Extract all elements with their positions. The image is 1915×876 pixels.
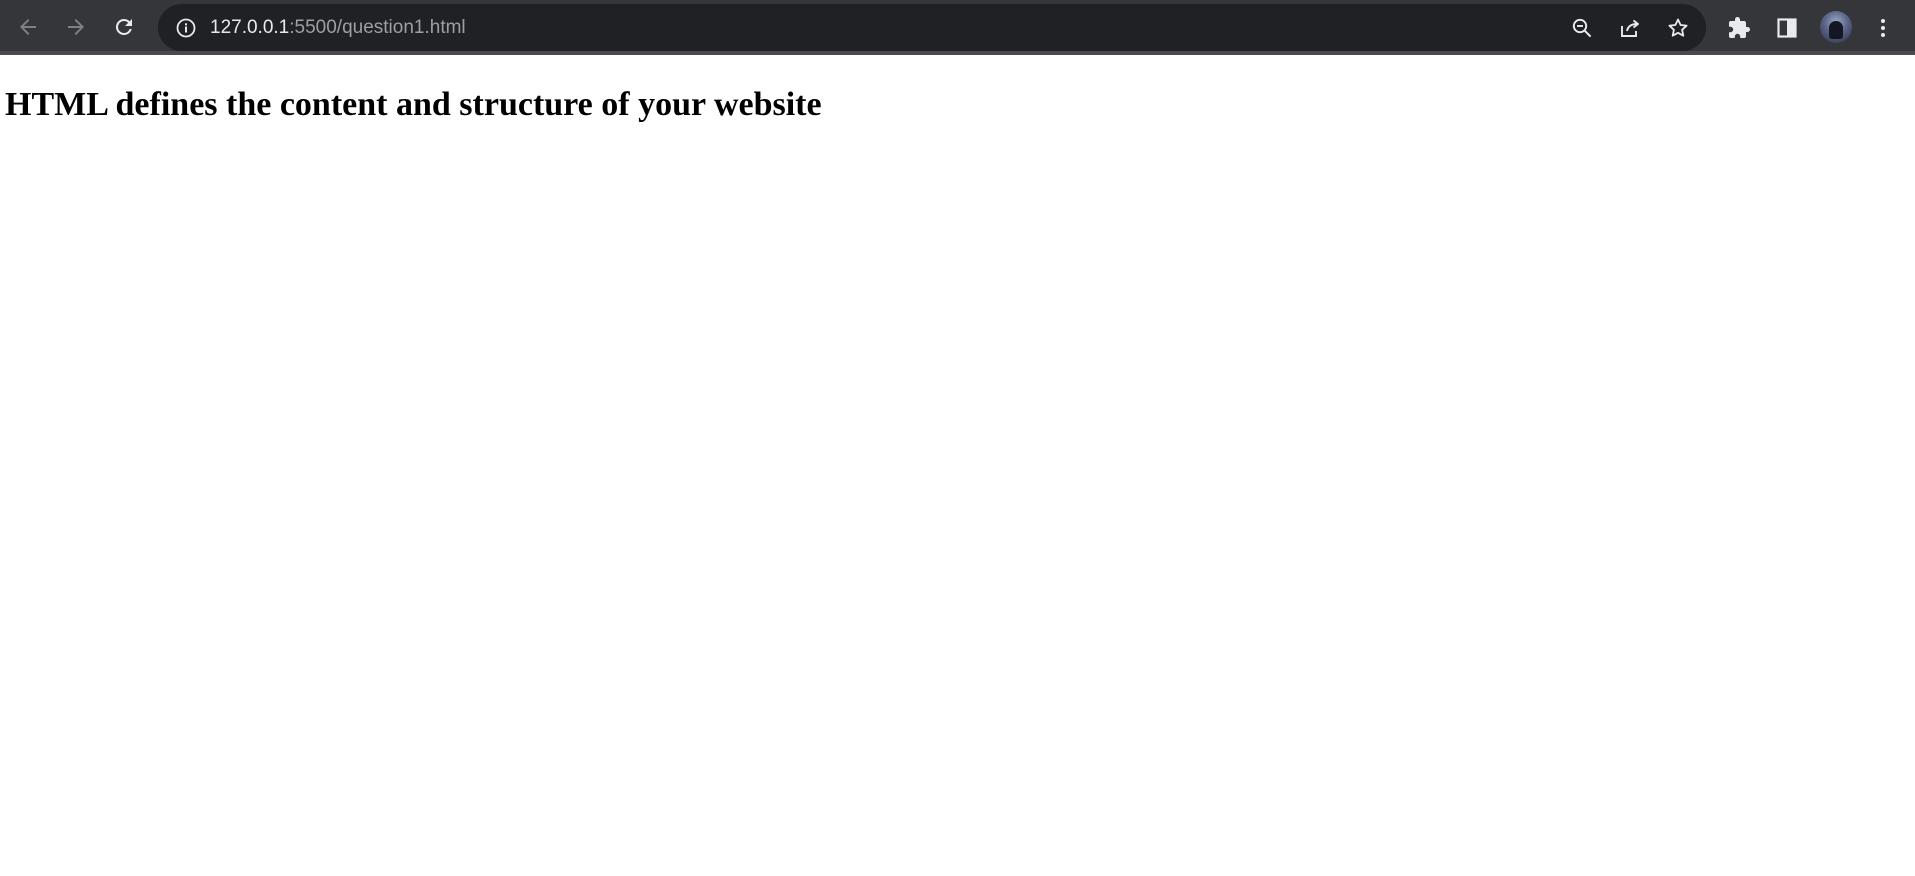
forward-button[interactable] [58,9,94,45]
reload-button[interactable] [106,9,142,45]
browser-toolbar: 127.0.0.1:5500/question1.html [0,0,1915,55]
url-host: 127.0.0.1 [210,17,290,38]
share-icon[interactable] [1617,15,1643,41]
arrow-left-icon [16,15,40,39]
side-panel-icon[interactable] [1774,15,1800,41]
profile-avatar[interactable] [1820,11,1852,43]
address-bar[interactable]: 127.0.0.1:5500/question1.html [158,4,1706,51]
avatar-figure [1829,21,1843,39]
reload-icon [112,15,136,39]
star-icon[interactable] [1665,15,1691,41]
arrow-right-icon [64,15,88,39]
back-button[interactable] [10,9,46,45]
kebab-menu-icon[interactable] [1870,15,1896,41]
page-heading: HTML defines the content and structure o… [5,86,822,123]
url-path: :5500/question1.html [289,17,466,38]
puzzle-icon[interactable] [1726,15,1752,41]
zoom-out-icon[interactable] [1569,15,1595,41]
url-text[interactable]: 127.0.0.1:5500/question1.html [210,4,466,51]
info-icon[interactable] [174,16,198,40]
